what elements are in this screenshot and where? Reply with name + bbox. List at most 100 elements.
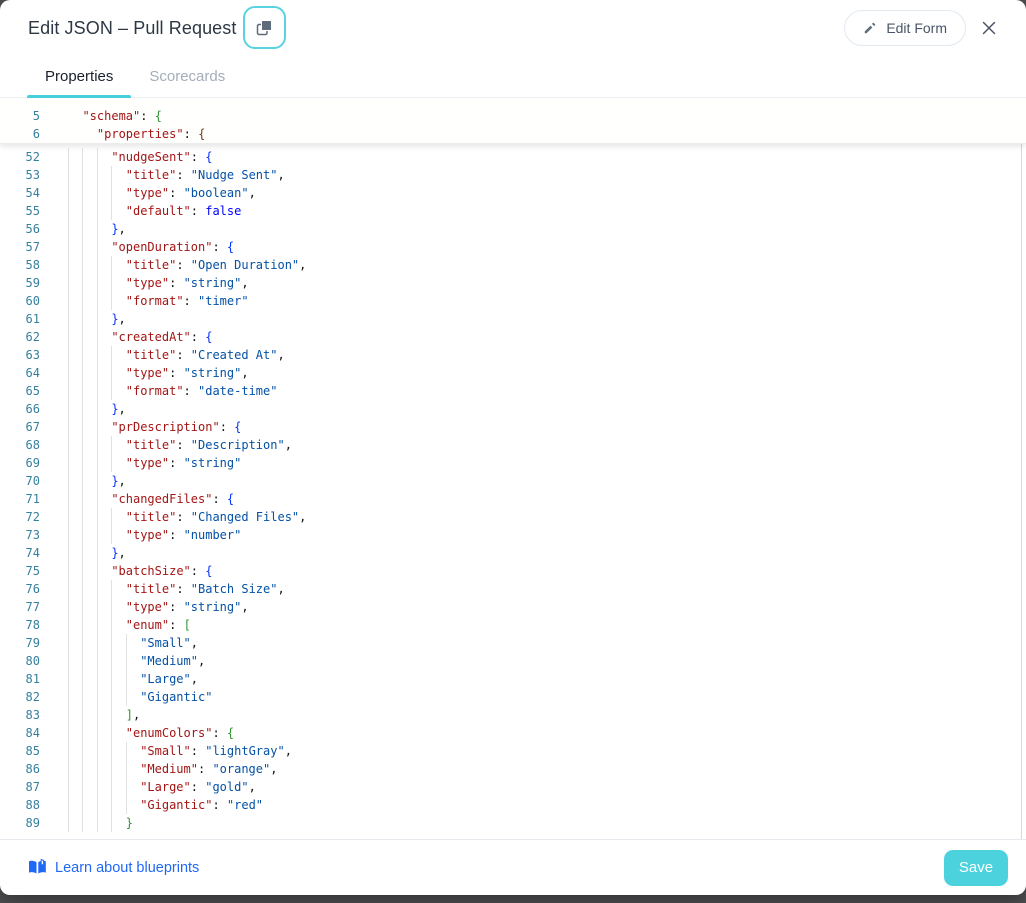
code-line[interactable]: 54"type": "boolean", xyxy=(0,184,1026,202)
indent-guide xyxy=(97,310,111,328)
indent-guide xyxy=(82,346,96,364)
code-line[interactable]: 71"changedFiles": { xyxy=(0,490,1026,508)
code-line[interactable]: 67"prDescription": { xyxy=(0,418,1026,436)
code-line[interactable]: 76"title": "Batch Size", xyxy=(0,580,1026,598)
tab-scorecards-label: Scorecards xyxy=(149,68,225,85)
code-line[interactable]: 88"Gigantic": "red" xyxy=(0,796,1026,814)
indent-guide xyxy=(82,616,96,634)
indent-guide xyxy=(68,220,82,238)
code-line[interactable]: 73"type": "number" xyxy=(0,526,1026,544)
indent-guide xyxy=(82,418,96,436)
code-line[interactable]: 81"Large", xyxy=(0,670,1026,688)
indent-guide xyxy=(111,166,125,184)
indent-guide xyxy=(82,814,96,832)
save-button[interactable]: Save xyxy=(944,850,1008,886)
tab-properties[interactable]: Properties xyxy=(27,56,131,97)
code-line[interactable]: 55"default": false xyxy=(0,202,1026,220)
copy-button[interactable] xyxy=(243,6,286,49)
line-number: 52 xyxy=(0,148,40,166)
code-line[interactable]: 80"Medium", xyxy=(0,652,1026,670)
code-line[interactable]: 63"title": "Created At", xyxy=(0,346,1026,364)
code-line[interactable]: 72"title": "Changed Files", xyxy=(0,508,1026,526)
code-line[interactable]: 66}, xyxy=(0,400,1026,418)
code-line[interactable]: 5 "schema": { xyxy=(0,107,1026,125)
indent-guide xyxy=(111,706,125,724)
code-line[interactable]: 79"Small", xyxy=(0,634,1026,652)
tab-bar: Properties Scorecards xyxy=(0,56,1026,98)
indent-guide xyxy=(68,562,82,580)
indent-guide xyxy=(111,670,125,688)
indent-guide xyxy=(97,652,111,670)
indent-guide xyxy=(97,544,111,562)
code-line[interactable]: 58"title": "Open Duration", xyxy=(0,256,1026,274)
edit-form-button[interactable]: Edit Form xyxy=(844,10,966,46)
code-line[interactable]: 85"Small": "lightGray", xyxy=(0,742,1026,760)
code-line[interactable]: 89} xyxy=(0,814,1026,832)
close-icon xyxy=(981,20,997,36)
indent-guide xyxy=(97,220,111,238)
code-line[interactable]: 84"enumColors": { xyxy=(0,724,1026,742)
line-number: 70 xyxy=(0,472,40,490)
indent-guide xyxy=(97,346,111,364)
indent-guide xyxy=(68,454,82,472)
indent-guide xyxy=(68,166,82,184)
indent-guide xyxy=(97,292,111,310)
line-number: 54 xyxy=(0,184,40,202)
indent-guide xyxy=(82,706,96,724)
code-line[interactable]: 83], xyxy=(0,706,1026,724)
indent-guide xyxy=(68,724,82,742)
code-line[interactable]: 74}, xyxy=(0,544,1026,562)
tab-scorecards[interactable]: Scorecards xyxy=(131,56,243,97)
code-line[interactable]: 86"Medium": "orange", xyxy=(0,760,1026,778)
code-line[interactable]: 70}, xyxy=(0,472,1026,490)
code-line[interactable]: 59"type": "string", xyxy=(0,274,1026,292)
indent-guide xyxy=(82,760,96,778)
line-number: 84 xyxy=(0,724,40,742)
code-line[interactable]: 6 "properties": { xyxy=(0,125,1026,143)
edit-json-modal: Edit JSON – Pull Request Edit Form xyxy=(0,0,1026,895)
indent-guide xyxy=(68,670,82,688)
indent-guide xyxy=(82,436,96,454)
indent-guide xyxy=(97,148,111,166)
code-line[interactable]: 52"nudgeSent": { xyxy=(0,148,1026,166)
code-line[interactable]: 57"openDuration": { xyxy=(0,238,1026,256)
indent-guide xyxy=(68,148,82,166)
indent-guide xyxy=(68,688,82,706)
indent-guide xyxy=(82,292,96,310)
indent-guide xyxy=(111,796,125,814)
code-line[interactable]: 56}, xyxy=(0,220,1026,238)
indent-guide xyxy=(82,220,96,238)
code-line[interactable]: 87"Large": "gold", xyxy=(0,778,1026,796)
line-number: 75 xyxy=(0,562,40,580)
indent-guide xyxy=(97,400,111,418)
code-line[interactable]: 78"enum": [ xyxy=(0,616,1026,634)
code-line[interactable]: 75"batchSize": { xyxy=(0,562,1026,580)
indent-guide xyxy=(82,778,96,796)
indent-guide xyxy=(97,814,111,832)
indent-guide xyxy=(111,202,125,220)
indent-guide xyxy=(97,454,111,472)
indent-guide xyxy=(68,634,82,652)
code-line[interactable]: 82"Gigantic" xyxy=(0,688,1026,706)
indent-guide xyxy=(68,238,82,256)
code-line[interactable]: 65"format": "date-time" xyxy=(0,382,1026,400)
indent-guide xyxy=(82,166,96,184)
line-number: 87 xyxy=(0,778,40,796)
indent-guide xyxy=(111,364,125,382)
modal-footer: Learn about blueprints Save xyxy=(0,839,1026,895)
code-line[interactable]: 62"createdAt": { xyxy=(0,328,1026,346)
code-line[interactable]: 69"type": "string" xyxy=(0,454,1026,472)
code-line[interactable]: 61}, xyxy=(0,310,1026,328)
code-line[interactable]: 64"type": "string", xyxy=(0,364,1026,382)
line-number: 62 xyxy=(0,328,40,346)
indent-guide xyxy=(68,796,82,814)
close-button[interactable] xyxy=(972,11,1006,45)
code-line[interactable]: 68"title": "Description", xyxy=(0,436,1026,454)
indent-guide xyxy=(68,742,82,760)
json-code-editor[interactable]: 5 "schema": {6 "properties": { 52"nudgeS… xyxy=(0,98,1026,839)
code-line[interactable]: 53"title": "Nudge Sent", xyxy=(0,166,1026,184)
code-line[interactable]: 60"format": "timer" xyxy=(0,292,1026,310)
learn-about-blueprints-link[interactable]: Learn about blueprints xyxy=(28,859,199,876)
indent-guide xyxy=(68,778,82,796)
code-line[interactable]: 77"type": "string", xyxy=(0,598,1026,616)
